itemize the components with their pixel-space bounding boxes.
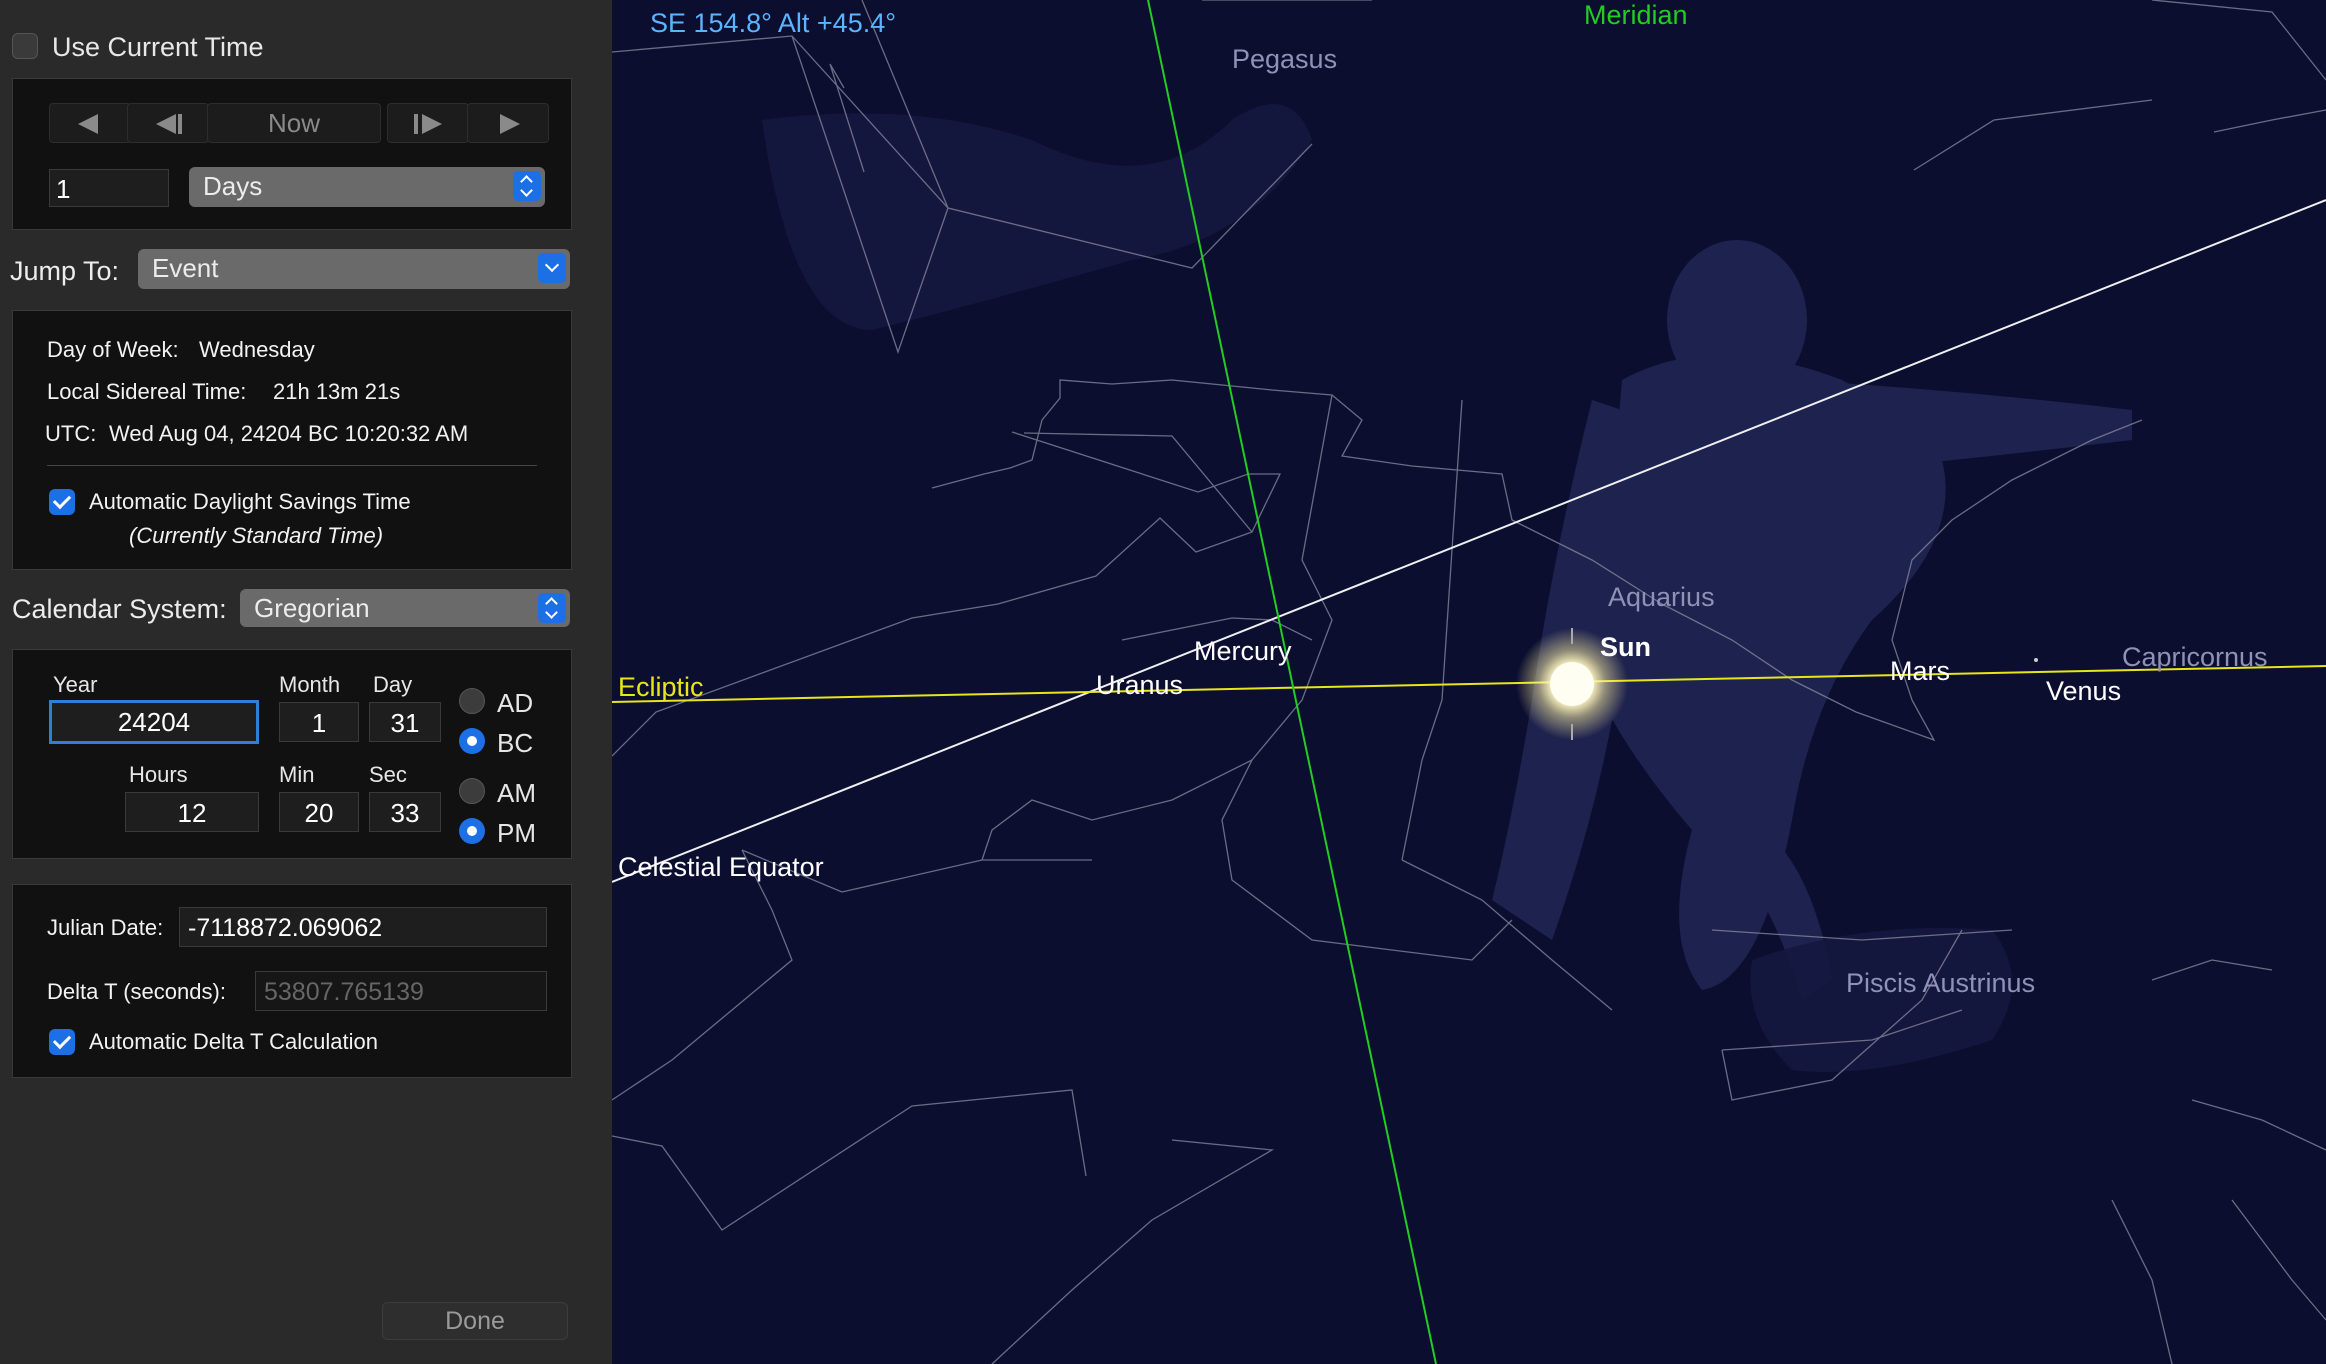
time-navigation-box: Now 1 Days — [12, 78, 572, 230]
time-settings-panel: Use Current Time Now 1 Days Jump To: Eve… — [0, 0, 612, 1364]
chevron-down-icon — [538, 253, 566, 283]
fast-forward-icon — [500, 114, 520, 134]
step-forward-fast-button[interactable] — [467, 103, 549, 143]
day-input[interactable]: 31 — [369, 702, 441, 742]
venus-label[interactable]: Venus — [2046, 676, 2121, 707]
am-radio[interactable] — [459, 778, 485, 804]
mars-label[interactable]: Mars — [1890, 656, 1950, 687]
meridian-line — [1147, 0, 1437, 1364]
month-label: Month — [279, 672, 341, 697]
rewind-icon — [78, 114, 98, 134]
calendar-system-label: Calendar System: — [12, 594, 227, 624]
sec-input[interactable]: 33 — [369, 792, 441, 832]
constellation-label-piscis-austrinus: Piscis Austrinus — [1846, 968, 2036, 998]
star — [2034, 658, 2038, 662]
delta-t-label: Delta T (seconds): — [47, 979, 226, 1004]
day-of-week-label: Day of Week: — [47, 337, 179, 362]
calendar-stepper-icon — [538, 593, 566, 623]
step-back-bar-icon — [178, 114, 182, 134]
step-forward-bar-icon — [414, 114, 418, 134]
julian-date-input[interactable]: -7118872.069062 — [179, 907, 547, 947]
day-label: Day — [373, 672, 413, 697]
bc-radio[interactable] — [459, 728, 485, 754]
pm-label: PM — [497, 818, 536, 848]
sun-label[interactable]: Sun — [1600, 632, 1651, 663]
utc-value: Wed Aug 04, 24204 BC 10:20:32 AM — [109, 421, 469, 446]
step-unit-stepper-icon — [513, 171, 541, 201]
dst-status-note: (Currently Standard Time) — [129, 523, 384, 548]
now-button[interactable]: Now — [207, 103, 381, 143]
julian-date-box: Julian Date: -7118872.069062 Delta T (se… — [12, 884, 572, 1078]
year-input[interactable]: 24204 — [49, 700, 259, 744]
calendar-system-select[interactable]: Gregorian — [240, 589, 570, 627]
sun-disc[interactable] — [1550, 662, 1594, 706]
step-forward-button[interactable] — [387, 103, 469, 143]
aquarius-figure-illustration — [1492, 240, 2132, 1000]
step-unit-value: Days — [203, 171, 263, 201]
day-of-week-value: Wednesday — [199, 337, 315, 362]
info-box: Day of Week: Wednesday Local Sidereal Ti… — [12, 310, 572, 570]
sec-label: Sec — [369, 762, 407, 787]
year-label: Year — [53, 672, 98, 697]
coordinate-readout: SE 154.8° Alt +45.4° — [650, 8, 897, 38]
constellation-label-aquarius: Aquarius — [1608, 582, 1715, 612]
auto-dst-checkbox[interactable] — [49, 489, 75, 515]
constellation-label-pegasus: Pegasus — [1232, 44, 1338, 74]
pm-radio[interactable] — [459, 818, 485, 844]
ad-radio[interactable] — [459, 688, 485, 714]
julian-date-label: Julian Date: — [47, 915, 164, 940]
utc-label: UTC: — [45, 421, 97, 446]
meridian-label: Meridian — [1584, 0, 1688, 30]
bc-label: BC — [497, 728, 534, 758]
ad-label: AD — [497, 688, 534, 718]
divider — [47, 465, 537, 466]
hours-input[interactable]: 12 — [125, 792, 259, 832]
step-unit-select[interactable]: Days — [189, 167, 545, 207]
done-button[interactable]: Done — [382, 1302, 568, 1340]
calendar-system-value: Gregorian — [254, 593, 370, 623]
min-label: Min — [279, 762, 315, 787]
mercury-label[interactable]: Mercury — [1194, 636, 1292, 667]
jump-to-label: Jump To: — [10, 256, 120, 286]
auto-delta-t-checkbox[interactable] — [49, 1029, 75, 1055]
month-input[interactable]: 1 — [279, 702, 359, 742]
date-entry-box: Year 24204 Month 1 Day 31 AD BC Hours 12… — [12, 649, 572, 859]
min-input[interactable]: 20 — [279, 792, 359, 832]
auto-delta-t-label: Automatic Delta T Calculation — [89, 1029, 378, 1054]
step-back-fast-button[interactable] — [49, 103, 131, 143]
uranus-label[interactable]: Uranus — [1096, 670, 1183, 701]
sidereal-time-label: Local Sidereal Time: — [47, 379, 247, 404]
use-current-time-checkbox[interactable] — [12, 33, 38, 59]
sky-view[interactable]: SE 154.8° Alt +45.4° Meridian Ecliptic C… — [612, 0, 2326, 1364]
jump-to-value: Event — [152, 253, 219, 283]
jump-to-select[interactable]: Event — [138, 249, 570, 289]
celestial-equator-label: Celestial Equator — [618, 852, 824, 882]
ecliptic-label: Ecliptic — [618, 672, 704, 702]
step-amount-input[interactable]: 1 — [49, 169, 169, 207]
step-forward-icon — [422, 114, 442, 134]
delta-t-input: 53807.765139 — [255, 971, 547, 1011]
constellation-label-capricornus: Capricornus — [2122, 642, 2268, 672]
sidereal-time-value: 21h 13m 21s — [273, 379, 401, 404]
use-current-time-label: Use Current Time — [52, 32, 264, 62]
hours-label: Hours — [129, 762, 188, 787]
am-label: AM — [497, 778, 536, 808]
auto-dst-label: Automatic Daylight Savings Time — [89, 489, 411, 514]
step-back-icon — [156, 114, 176, 134]
step-back-button[interactable] — [127, 103, 209, 143]
